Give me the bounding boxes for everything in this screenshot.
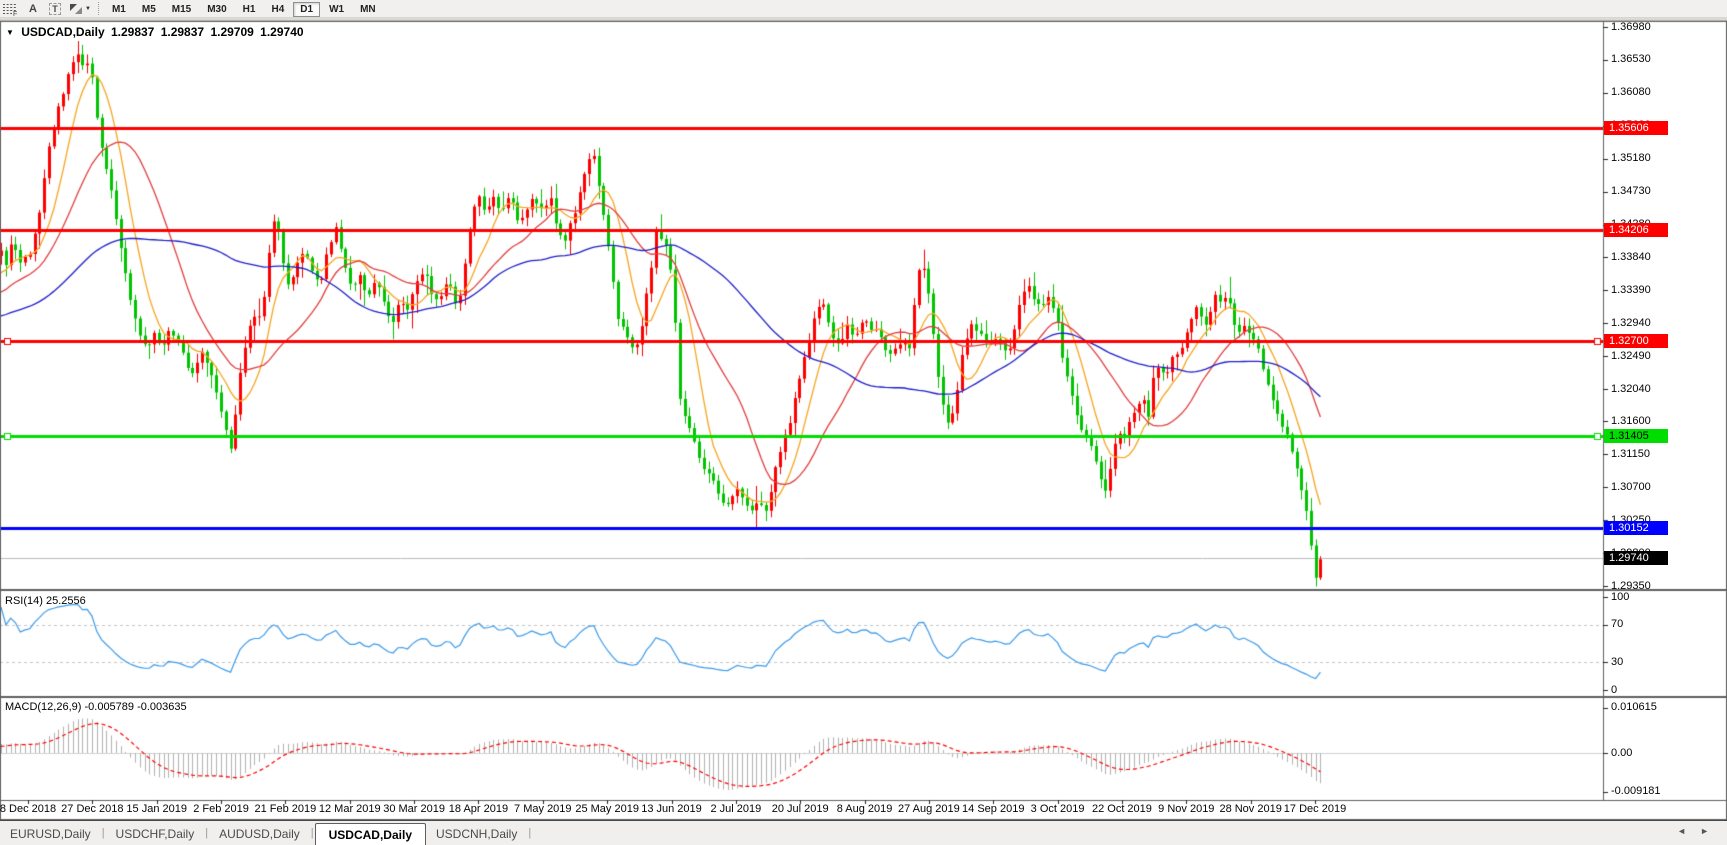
price-tick-label: 1.32940: [1611, 317, 1651, 329]
date-tick-label: 25 May 2019: [575, 803, 639, 815]
tab-usdcad[interactable]: USDCAD,Daily: [315, 823, 426, 845]
price-tick-label: 1.33390: [1611, 284, 1651, 296]
date-tick-label: 12 Mar 2019: [319, 803, 381, 815]
date-tick-label: 7 May 2019: [514, 803, 571, 815]
macd-tick-label: -0.009181: [1611, 785, 1661, 797]
macd-indicator-name: MACD(12,26,9): [5, 701, 81, 713]
chart-symbol-label: USDCAD,Daily: [21, 25, 104, 39]
text-box-icon[interactable]: T: [46, 1, 64, 16]
tab-usdcnh[interactable]: USDCNH,Daily: [426, 822, 527, 845]
hline-price-badge[interactable]: 1.35606: [1604, 121, 1668, 135]
rsi-tick-label: 0: [1611, 684, 1617, 696]
price-tick-label: 1.34730: [1611, 185, 1651, 197]
macd-pane-label: MACD(12,26,9) -0.005789 -0.003635: [5, 701, 187, 713]
timeframe-button-D1[interactable]: D1: [293, 2, 320, 17]
date-tick-label: 20 Jul 2019: [772, 803, 829, 815]
chart-collapse-icon[interactable]: ▼: [6, 28, 14, 37]
timeframe-button-M15[interactable]: M15: [165, 2, 198, 17]
date-tick-label: 27 Aug 2019: [898, 803, 960, 815]
macd-indicator-value-signal: -0.003635: [137, 701, 187, 713]
date-tick-label: 22 Oct 2019: [1092, 803, 1152, 815]
text-label-icon[interactable]: A: [24, 1, 42, 16]
arrows-dropdown-caret[interactable]: ▼: [85, 6, 91, 12]
terminal-window: F A T ▼ M1M5M15M30H1H4D1W1MN ▼ USDCAD,Da…: [0, 0, 1727, 844]
timeframe-button-H4[interactable]: H4: [264, 2, 291, 17]
price-tick-label: 1.31150: [1611, 448, 1650, 460]
date-tick-label: 2 Feb 2019: [193, 803, 249, 815]
date-tick-label: 13 Jun 2019: [641, 803, 702, 815]
macd-indicator-value-main: -0.005789: [84, 701, 134, 713]
hline-price-badge[interactable]: 1.31405: [1604, 429, 1668, 443]
date-tick-label: 9 Nov 2019: [1158, 803, 1214, 815]
hline-price-badge[interactable]: 1.32700: [1604, 334, 1668, 348]
tab-separator: |: [311, 827, 314, 839]
date-tick-label: 28 Nov 2019: [1219, 803, 1281, 815]
tab-scroll-right-icon[interactable]: ►: [1700, 826, 1723, 836]
price-tick-label: 1.36080: [1611, 86, 1651, 98]
hline-price-badge[interactable]: 1.34206: [1604, 223, 1668, 237]
timeframe-button-M30[interactable]: M30: [200, 2, 233, 17]
current-price-badge: 1.29740: [1604, 551, 1668, 565]
date-tick-label: 17 Dec 2019: [1284, 803, 1346, 815]
rsi-tick-label: 100: [1611, 591, 1629, 603]
top-toolbar: F A T ▼ M1M5M15M30H1H4D1W1MN: [0, 0, 1727, 18]
quote-high: 1.29837: [161, 25, 204, 39]
fibonacci-retracement-icon[interactable]: F: [2, 1, 20, 16]
tab-usdchf[interactable]: USDCHF,Daily: [106, 822, 205, 845]
date-tick-label: 30 Mar 2019: [383, 803, 445, 815]
quote-open: 1.29837: [111, 25, 154, 39]
tab-eurusd[interactable]: EURUSD,Daily: [0, 822, 101, 845]
svg-text:F: F: [13, 11, 17, 16]
quote-low: 1.29709: [210, 25, 253, 39]
date-tick-label: 2 Jul 2019: [710, 803, 761, 815]
price-tick-label: 1.35180: [1611, 152, 1651, 164]
hline-price-badge[interactable]: 1.30152: [1604, 521, 1668, 535]
price-tick-label: 1.36530: [1611, 53, 1651, 65]
tab-audusd[interactable]: AUDUSD,Daily: [209, 822, 310, 845]
date-tick-label: 8 Dec 2018: [0, 803, 56, 815]
timeframe-button-M5[interactable]: M5: [135, 2, 163, 17]
date-tick-label: 15 Jan 2019: [126, 803, 187, 815]
timeframe-button-MN[interactable]: MN: [353, 2, 383, 17]
chart-canvas[interactable]: [0, 0, 1727, 844]
macd-tick-label: 0.00: [1611, 747, 1632, 759]
rsi-pane-label: RSI(14) 25.2556: [5, 595, 86, 607]
date-tick-label: 27 Dec 2018: [61, 803, 123, 815]
date-tick-label: 18 Apr 2019: [449, 803, 508, 815]
macd-tick-label: 0.010615: [1611, 701, 1657, 713]
price-tick-label: 1.32040: [1611, 383, 1651, 395]
timeframe-button-W1[interactable]: W1: [322, 2, 351, 17]
symbol-tab-bar: EURUSD,Daily|USDCHF,Daily|AUDUSD,Daily|U…: [0, 820, 1727, 845]
price-tick-label: 1.30700: [1611, 481, 1651, 493]
timeframe-button-group: M1M5M15M30H1H4D1W1MN: [104, 3, 384, 15]
price-tick-label: 1.31600: [1611, 415, 1651, 427]
price-tick-label: 1.33840: [1611, 251, 1651, 263]
tab-separator: |: [205, 827, 208, 839]
date-tick-label: 8 Aug 2019: [837, 803, 893, 815]
date-tick-label: 14 Sep 2019: [962, 803, 1024, 815]
rsi-indicator-name: RSI(14): [5, 595, 43, 607]
timeframe-button-M1[interactable]: M1: [105, 2, 133, 17]
text-box-glyph: T: [49, 3, 61, 15]
rsi-indicator-value: 25.2556: [46, 595, 86, 607]
tab-separator: |: [528, 827, 531, 839]
rsi-tick-label: 70: [1611, 618, 1623, 630]
date-tick-label: 21 Feb 2019: [255, 803, 317, 815]
price-tick-label: 1.32490: [1611, 350, 1651, 362]
rsi-tick-label: 30: [1611, 656, 1623, 668]
arrows-icon[interactable]: ▼: [68, 1, 91, 16]
timeframe-button-H1[interactable]: H1: [236, 2, 263, 17]
text-label-glyph: A: [29, 3, 37, 15]
chart-title: ▼ USDCAD,Daily 1.29837 1.29837 1.29709 1…: [6, 25, 307, 39]
quote-close: 1.29740: [260, 25, 303, 39]
tab-scroll-left-icon[interactable]: ◄: [1677, 826, 1700, 836]
price-tick-label: 1.36980: [1611, 21, 1651, 33]
tab-separator: |: [102, 827, 105, 839]
tab-scroll-arrows: ◄►: [1677, 826, 1723, 836]
toolbar-separator: [98, 2, 99, 15]
date-tick-label: 3 Oct 2019: [1031, 803, 1085, 815]
